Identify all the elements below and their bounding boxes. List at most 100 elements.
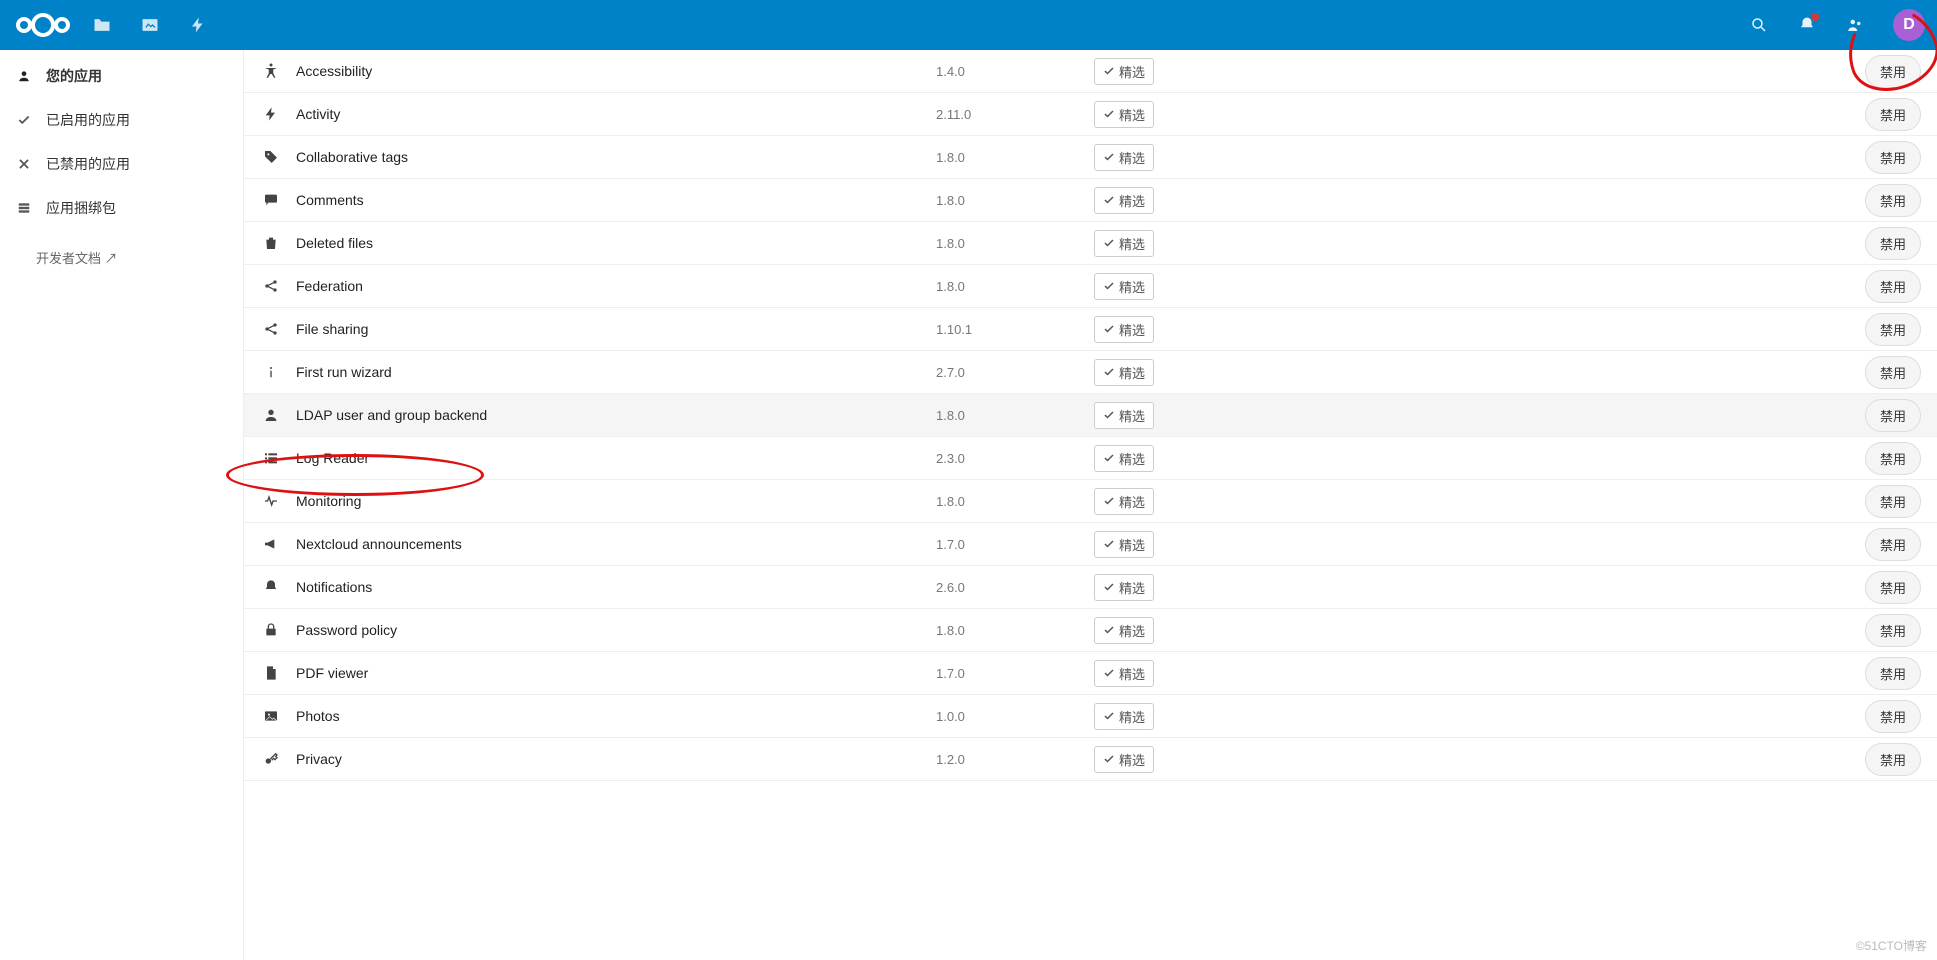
pulse-icon <box>260 493 282 509</box>
notifications-icon[interactable] <box>1797 15 1817 35</box>
search-icon[interactable] <box>1749 15 1769 35</box>
app-name: First run wizard <box>296 364 936 380</box>
sidebar: 您的应用 已启用的应用 已禁用的应用 应用捆绑包 开发者文档 ↗ <box>0 50 244 960</box>
featured-badge: 精选 <box>1094 187 1154 214</box>
app-row[interactable]: Deleted files1.8.0精选 禁用 <box>244 222 1937 265</box>
disable-button[interactable]: 禁用 <box>1865 55 1921 88</box>
disable-button[interactable]: 禁用 <box>1865 571 1921 604</box>
disable-button[interactable]: 禁用 <box>1865 700 1921 733</box>
app-row[interactable]: Comments1.8.0精选 禁用 <box>244 179 1937 222</box>
disable-button[interactable]: 禁用 <box>1865 657 1921 690</box>
app-row[interactable]: Activity2.11.0精选禁用 <box>244 93 1937 136</box>
activity-icon <box>260 106 282 122</box>
app-name: Log Reader <box>296 450 936 466</box>
disable-button[interactable]: 禁用 <box>1865 743 1921 776</box>
app-name: Deleted files <box>296 235 936 251</box>
files-icon[interactable] <box>92 15 112 35</box>
accessibility-icon <box>260 62 282 80</box>
sidebar-item-bundles[interactable]: 应用捆绑包 <box>0 186 243 230</box>
app-row[interactable]: Accessibility1.4.0精选禁用 <box>244 50 1937 93</box>
close-icon <box>16 156 32 172</box>
comment-icon <box>260 192 282 208</box>
app-version: 2.7.0 <box>936 365 1094 380</box>
featured-badge: 精选 <box>1094 230 1154 257</box>
app-row[interactable]: Nextcloud announcements1.7.0精选禁用 <box>244 523 1937 566</box>
featured-badge: 精选 <box>1094 359 1154 386</box>
app-list: Accessibility1.4.0精选禁用Activity2.11.0精选禁用… <box>244 50 1937 960</box>
app-version: 2.3.0 <box>936 451 1094 466</box>
app-row[interactable]: Collaborative tags1.8.0精选禁用 <box>244 136 1937 179</box>
share-icon <box>260 321 282 337</box>
app-name: Notifications <box>296 579 936 595</box>
avatar[interactable]: D <box>1893 9 1925 41</box>
app-row[interactable]: PDF viewer1.7.0精选 禁用 <box>244 652 1937 695</box>
app-version: 1.8.0 <box>936 193 1094 208</box>
disable-button[interactable]: 禁用 <box>1865 356 1921 389</box>
app-row[interactable]: Monitoring1.8.0精选禁用 <box>244 480 1937 523</box>
featured-badge: 精选 <box>1094 445 1154 472</box>
disable-button[interactable]: 禁用 <box>1865 184 1921 217</box>
app-version: 1.8.0 <box>936 623 1094 638</box>
app-version: 2.6.0 <box>936 580 1094 595</box>
disable-button[interactable]: 禁用 <box>1865 270 1921 303</box>
activity-icon[interactable] <box>188 15 208 35</box>
app-row[interactable]: Photos1.0.0精选禁用 <box>244 695 1937 738</box>
app-row[interactable]: First run wizard2.7.0精选 禁用 <box>244 351 1937 394</box>
list-icon <box>260 450 282 466</box>
disable-button[interactable]: 禁用 <box>1865 141 1921 174</box>
lock-icon <box>260 622 282 638</box>
featured-badge: 精选 <box>1094 660 1154 687</box>
featured-badge: 精选 <box>1094 488 1154 515</box>
app-version: 1.7.0 <box>936 537 1094 552</box>
app-version: 1.8.0 <box>936 279 1094 294</box>
sidebar-item-your-apps[interactable]: 您的应用 <box>0 54 243 98</box>
app-name: Password policy <box>296 622 936 638</box>
sidebar-dev-docs-link[interactable]: 开发者文档 ↗ <box>0 230 243 285</box>
megaphone-icon <box>260 536 282 552</box>
app-name: Comments <box>296 192 936 208</box>
disable-button[interactable]: 禁用 <box>1865 227 1921 260</box>
app-version: 1.7.0 <box>936 666 1094 681</box>
watermark: ©51CTO博客 <box>1856 937 1927 954</box>
featured-badge: 精选 <box>1094 58 1154 85</box>
app-name: Collaborative tags <box>296 149 936 165</box>
contacts-icon[interactable] <box>1845 15 1865 35</box>
nextcloud-logo-icon[interactable] <box>12 8 74 42</box>
app-row[interactable]: File sharing1.10.1精选禁用 <box>244 308 1937 351</box>
disable-button[interactable]: 禁用 <box>1865 399 1921 432</box>
featured-badge: 精选 <box>1094 746 1154 773</box>
app-row[interactable]: Password policy1.8.0精选禁用 <box>244 609 1937 652</box>
disable-button[interactable]: 禁用 <box>1865 442 1921 475</box>
check-icon <box>16 112 32 128</box>
app-version: 1.8.0 <box>936 494 1094 509</box>
info-icon <box>260 364 282 380</box>
app-row[interactable]: Privacy1.2.0精选禁用 <box>244 738 1937 781</box>
featured-badge: 精选 <box>1094 101 1154 128</box>
app-name: Accessibility <box>296 63 936 79</box>
disable-button[interactable]: 禁用 <box>1865 528 1921 561</box>
sidebar-item-enabled[interactable]: 已启用的应用 <box>0 98 243 142</box>
app-version: 1.8.0 <box>936 236 1094 251</box>
gallery-icon[interactable] <box>140 15 160 35</box>
disable-button[interactable]: 禁用 <box>1865 313 1921 346</box>
app-version: 1.0.0 <box>936 709 1094 724</box>
app-row[interactable]: Notifications2.6.0精选禁用 <box>244 566 1937 609</box>
disable-button[interactable]: 禁用 <box>1865 485 1921 518</box>
disable-button[interactable]: 禁用 <box>1865 614 1921 647</box>
app-row[interactable]: Federation1.8.0精选 禁用 <box>244 265 1937 308</box>
app-header: D <box>0 0 1937 50</box>
sidebar-item-disabled[interactable]: 已禁用的应用 <box>0 142 243 186</box>
app-name: Federation <box>296 278 936 294</box>
sidebar-item-label: 已禁用的应用 <box>46 154 130 174</box>
app-name: Photos <box>296 708 936 724</box>
app-row[interactable]: Log Reader2.3.0精选 禁用 <box>244 437 1937 480</box>
app-name: PDF viewer <box>296 665 936 681</box>
featured-badge: 精选 <box>1094 273 1154 300</box>
sidebar-item-label: 您的应用 <box>46 66 102 86</box>
featured-badge: 精选 <box>1094 402 1154 429</box>
app-version: 1.8.0 <box>936 150 1094 165</box>
tag-icon <box>260 149 282 165</box>
disable-button[interactable]: 禁用 <box>1865 98 1921 131</box>
app-name: LDAP user and group backend <box>296 407 936 423</box>
app-row[interactable]: LDAP user and group backend1.8.0精选禁用 <box>244 394 1937 437</box>
